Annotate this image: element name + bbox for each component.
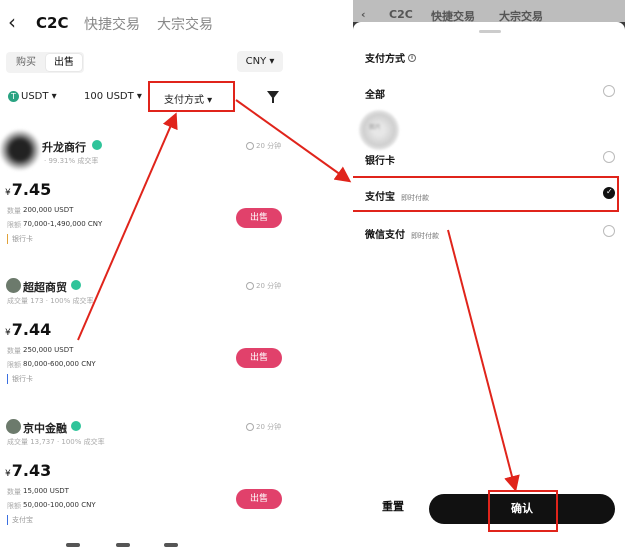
clock-icon	[246, 142, 254, 150]
price: ¥7.43	[5, 461, 52, 480]
dimmed-top-nav: ‹ C2C 快捷交易 大宗交易	[353, 0, 625, 23]
info-icon[interactable]: i	[408, 53, 416, 62]
radio-button[interactable]	[603, 151, 615, 163]
sell-button[interactable]: 出售	[236, 348, 282, 368]
merchant-stats: · 99.31% 成交率	[44, 157, 99, 165]
verified-icon	[71, 280, 81, 290]
bottom-sheet: 支付方式 i 全部 图片 银行卡 支付宝即时付款 微信支付即时付款 重置 确认	[353, 22, 625, 549]
payment-time-value: 20 分钟	[256, 142, 282, 150]
verified-icon	[92, 140, 102, 150]
quantity-label: 数量	[7, 207, 21, 215]
sell-button[interactable]: 出售	[236, 208, 282, 228]
merchant-stats: 成交量 173 · 100% 成交率	[7, 297, 94, 305]
payment-time: 20 分钟	[246, 141, 281, 151]
option-label-text: 微信支付	[365, 230, 405, 241]
amount-filter[interactable]: 100 USDT ▾	[84, 91, 142, 102]
payment-filter-highlight	[148, 81, 235, 112]
limit-label: 限额	[7, 502, 21, 510]
avatar	[6, 419, 21, 434]
tab-bar-icon[interactable]	[164, 543, 178, 547]
limit: 80,000-600,000 CNY	[23, 360, 96, 368]
payment-method-sheet-screen: ‹ C2C 快捷交易 大宗交易 支付方式 i 全部 图片 银行卡 支付宝 即时付款…	[353, 0, 625, 549]
option-subtitle: 即时付款	[411, 232, 439, 240]
listing-item: 升龙商行 · 99.31% 成交率 20 分钟 ¥7.45 数量 200,000…	[0, 130, 300, 266]
bottom-tab-bar	[0, 541, 300, 549]
option-label-text: 银行卡	[365, 156, 395, 167]
price: ¥7.44	[5, 320, 52, 339]
buy-tab[interactable]: 购买	[8, 54, 44, 71]
tab-bar-icon[interactable]	[116, 543, 130, 547]
tab-bulk-trade[interactable]: 大宗交易	[157, 14, 213, 34]
listing-item: 京中金融 成交量 13,737 · 100% 成交率 20 分钟 ¥7.43 数…	[0, 417, 300, 547]
reset-button[interactable]: 重置	[365, 492, 421, 522]
price-value: 7.43	[11, 461, 52, 480]
payment-method-tag: 银行卡	[7, 374, 33, 384]
merchant-stats: 成交量 13,737 · 100% 成交率	[7, 438, 105, 446]
blurred-image: 图片	[359, 110, 399, 150]
confirm-highlight	[488, 490, 558, 532]
quantity: 15,000 USDT	[23, 487, 69, 495]
buy-sell-toggle: 购买 出售	[6, 52, 84, 73]
top-nav: ‹ C2C 快捷交易 大宗交易	[0, 8, 300, 38]
limit: 70,000-1,490,000 CNY	[23, 220, 103, 228]
tab-c2c: C2C	[389, 8, 413, 21]
price-value: 7.44	[11, 320, 52, 339]
option-label: 银行卡	[365, 152, 395, 167]
clock-icon	[246, 282, 254, 290]
payment-time: 20 分钟	[246, 422, 281, 432]
limit-label: 限额	[7, 361, 21, 369]
sell-tab[interactable]: 出售	[46, 54, 82, 71]
payment-option-wechat[interactable]: 微信支付 即时付款	[365, 222, 617, 244]
limit: 50,000-100,000 CNY	[23, 501, 96, 509]
avatar	[0, 130, 40, 170]
option-label: 微信支付 即时付款	[365, 226, 439, 241]
option-label-text: 全部	[365, 90, 385, 101]
sheet-title: 支付方式 i	[365, 50, 416, 65]
avatar	[6, 278, 21, 293]
verified-icon	[71, 421, 81, 431]
payment-method-tag: 支付宝	[7, 515, 33, 525]
quantity: 250,000 USDT	[23, 346, 74, 354]
tab-quick-trade[interactable]: 快捷交易	[84, 14, 140, 34]
merchant-name[interactable]: 京中金融	[23, 420, 67, 436]
blurred-image-text: 图片	[369, 124, 382, 131]
tab-bar-icon[interactable]	[66, 543, 80, 547]
radio-button[interactable]	[603, 85, 615, 97]
coin-filter-label: USDT ▾	[21, 91, 57, 102]
payment-option-all[interactable]: 全部	[365, 82, 617, 104]
merchant-name[interactable]: 升龙商行	[42, 139, 86, 155]
radio-button[interactable]	[603, 225, 615, 237]
listing-item: 超超商贸 成交量 173 · 100% 成交率 20 分钟 ¥7.44 数量 2…	[0, 276, 300, 406]
sell-button[interactable]: 出售	[236, 489, 282, 509]
sheet-title-text: 支付方式	[365, 54, 405, 65]
quantity: 200,000 USDT	[23, 206, 74, 214]
quantity-label: 数量	[7, 347, 21, 355]
payment-option-bank-card[interactable]: 银行卡	[365, 148, 617, 170]
payment-time-value: 20 分钟	[256, 423, 282, 431]
usdt-coin-icon: T	[8, 91, 19, 102]
back-icon: ‹	[361, 8, 366, 21]
price-value: 7.45	[11, 180, 52, 199]
clock-icon	[246, 423, 254, 431]
back-icon[interactable]: ‹	[8, 12, 16, 32]
payment-time: 20 分钟	[246, 281, 281, 291]
payment-time-value: 20 分钟	[256, 282, 282, 290]
sheet-handle[interactable]	[479, 30, 501, 33]
c2c-screen: ‹ C2C 快捷交易 大宗交易 购买 出售 CNY ▾ T USDT ▾ 100…	[0, 0, 300, 549]
tab-c2c[interactable]: C2C	[36, 14, 68, 32]
price: ¥7.45	[5, 180, 52, 199]
limit-label: 限额	[7, 221, 21, 229]
filter-funnel-icon[interactable]	[267, 91, 279, 103]
payment-method-tag: 银行卡	[7, 234, 33, 244]
coin-filter[interactable]: T USDT ▾	[8, 91, 57, 102]
currency-select[interactable]: CNY ▾	[237, 51, 283, 72]
merchant-name[interactable]: 超超商贸	[23, 279, 67, 295]
quantity-label: 数量	[7, 488, 21, 496]
alipay-highlight	[353, 176, 619, 212]
option-label: 全部	[365, 86, 385, 101]
